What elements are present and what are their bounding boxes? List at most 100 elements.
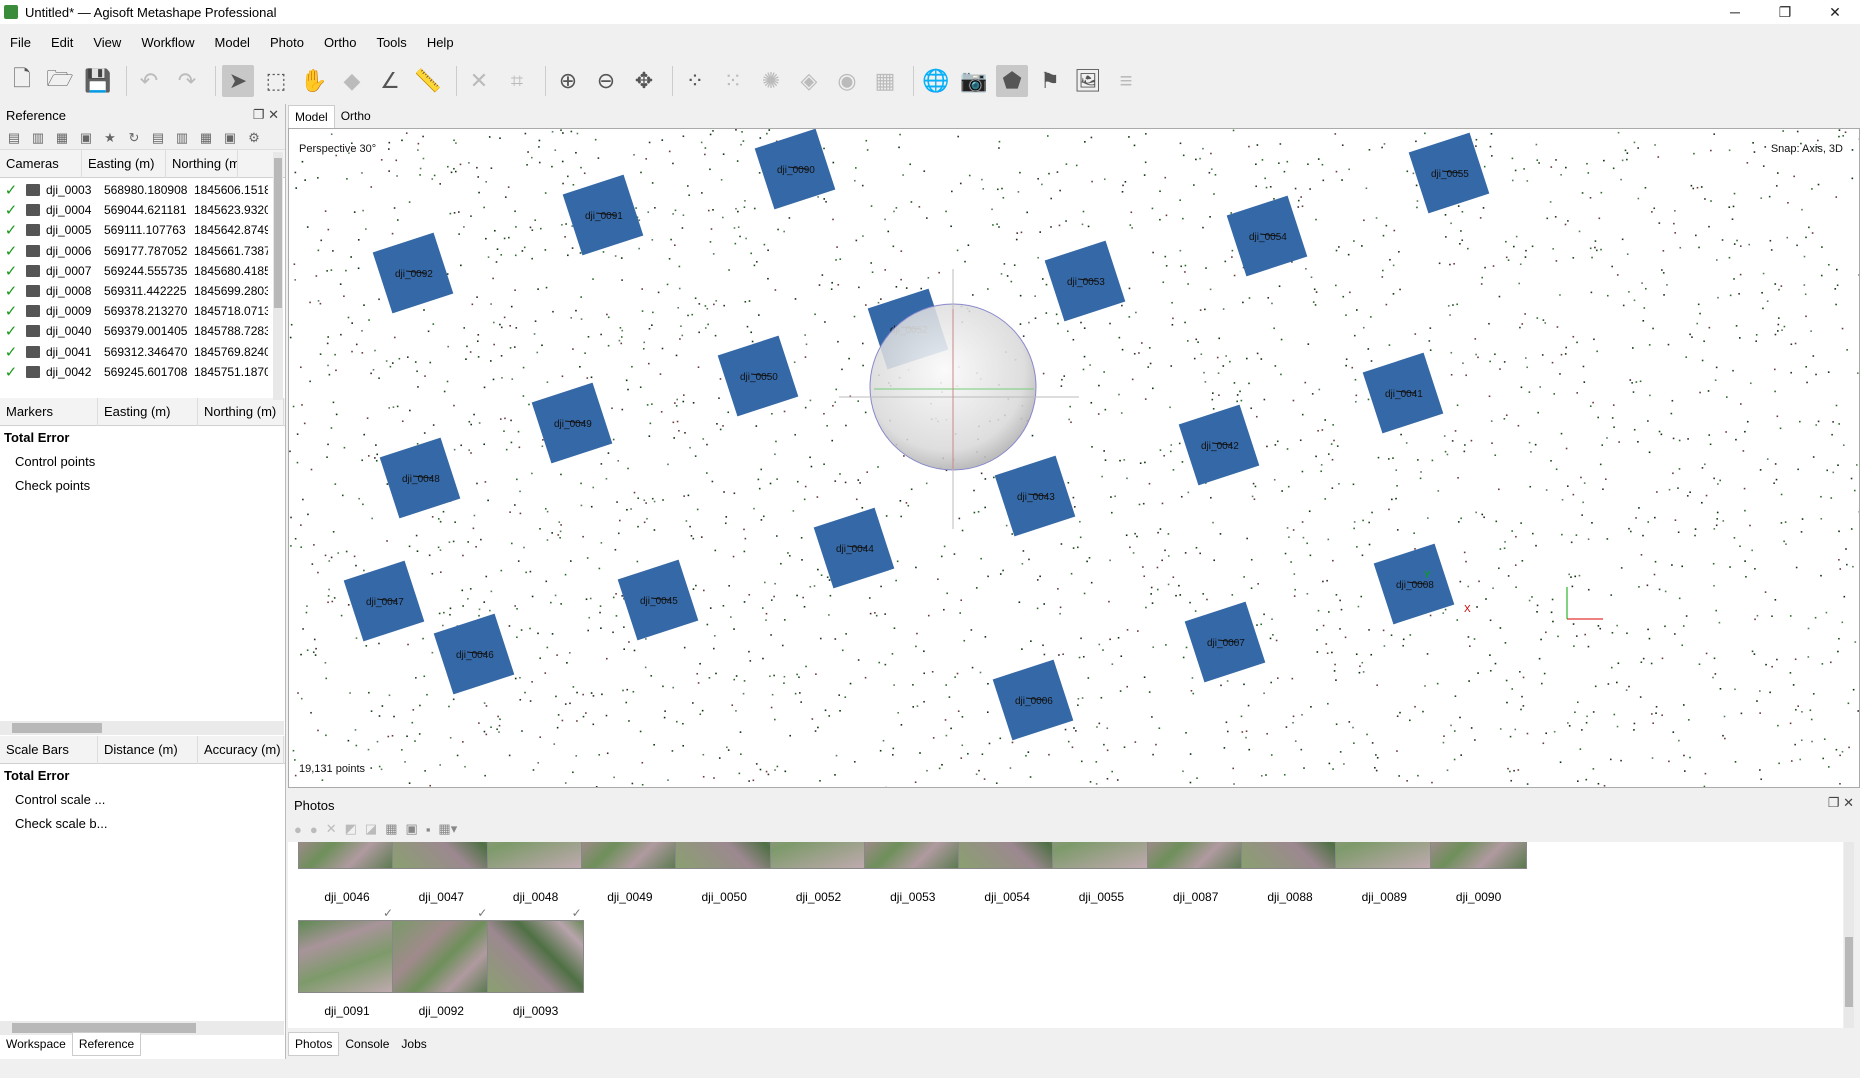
photo-thumbnail[interactable] [958, 842, 1056, 869]
photo-thumbnail[interactable] [675, 842, 773, 869]
layers-icon[interactable]: ≡ [1110, 65, 1142, 97]
tie-points-icon[interactable]: ✺ [755, 65, 787, 97]
remove-cameras-icon[interactable]: ✕ [326, 821, 337, 837]
settings-icon[interactable]: ⚙ [244, 129, 264, 147]
photo-thumbnail[interactable] [1146, 842, 1244, 869]
photo-thumbnail[interactable] [769, 842, 867, 869]
menu-file[interactable]: File [0, 35, 41, 50]
col-markers-northing[interactable]: Northing (m) [198, 397, 284, 426]
menu-edit[interactable]: Edit [41, 35, 83, 50]
menu-model[interactable]: Model [205, 35, 260, 50]
photo-thumbnail[interactable] [1429, 842, 1527, 869]
export-reference-icon[interactable]: ▥ [28, 129, 48, 147]
show-shapes-icon[interactable]: ⬟ [996, 65, 1028, 97]
photo-thumbnail[interactable] [392, 842, 490, 869]
model-viewport[interactable]: dji_0090 dji_0055 dji_0091 dji_0054 dji_0092… [288, 128, 1860, 788]
camera-checkbox[interactable]: ✓ [0, 201, 22, 219]
move-icon[interactable]: ✥ [628, 65, 660, 97]
markers-flag-icon[interactable]: ⚑ [1034, 65, 1066, 97]
photo-thumbnail[interactable] [298, 920, 395, 993]
markers-check-points[interactable]: Check points [0, 474, 285, 498]
photo-thumbnail[interactable] [1335, 842, 1433, 869]
rotate-right-icon[interactable]: ◪ [365, 821, 377, 837]
col-markers-easting[interactable]: Easting (m) [98, 397, 198, 426]
markers-total-error[interactable]: Total Error [0, 426, 285, 450]
col-cameras[interactable]: Cameras [0, 149, 82, 178]
camera-checkbox[interactable]: ✓ [0, 181, 22, 199]
rectangle-selection-icon[interactable]: ⬚ [260, 65, 292, 97]
reset-filter-icon[interactable]: ▣ [406, 821, 418, 837]
tab-model[interactable]: Model [288, 104, 335, 128]
photo-thumbnail[interactable] [298, 842, 395, 869]
col-accuracy[interactable]: Accuracy (m) [198, 735, 284, 764]
view-estimated-icon[interactable]: ▥ [172, 129, 192, 147]
col-distance[interactable]: Distance (m) [98, 735, 198, 764]
save-icon[interactable]: 💾 [82, 65, 114, 97]
tab-ortho[interactable]: Ortho [335, 105, 377, 127]
menu-help[interactable]: Help [417, 35, 464, 50]
menu-tools[interactable]: Tools [366, 35, 416, 50]
photo-thumbnail[interactable] [863, 842, 961, 869]
camera-checkbox[interactable]: ✓ [0, 262, 22, 280]
image-view-icon[interactable]: 🖼 [1072, 65, 1104, 97]
camera-icon[interactable]: 📷 [958, 65, 990, 97]
table-icon[interactable]: ▣ [220, 129, 240, 147]
scalebars-check-scale[interactable]: Check scale b... [0, 812, 285, 836]
point-cloud-canvas[interactable]: dji_0090 dji_0055 dji_0091 dji_0054 dji_0092… [289, 129, 1860, 788]
cameras-scrollbar[interactable] [273, 152, 283, 400]
tab-jobs[interactable]: Jobs [395, 1033, 432, 1055]
col-scalebars[interactable]: Scale Bars [0, 735, 98, 764]
menu-photo[interactable]: Photo [260, 35, 314, 50]
shape-draw-icon[interactable]: ◆ [336, 65, 368, 97]
crop-icon[interactable]: ⌗ [501, 65, 533, 97]
camera-checkbox[interactable]: ✓ [0, 282, 22, 300]
menu-workflow[interactable]: Workflow [131, 35, 204, 50]
photo-thumbnail[interactable] [486, 920, 584, 993]
photo-thumbnail[interactable] [1241, 842, 1338, 869]
free-selection-icon[interactable]: ✋ [298, 65, 330, 97]
col-northing[interactable]: Northing (m [166, 149, 238, 178]
photo-thumbnail[interactable] [392, 920, 490, 993]
photo-thumbnail[interactable] [486, 842, 584, 869]
col-markers[interactable]: Markers [0, 397, 98, 426]
scalebars-control-scale[interactable]: Control scale ... [0, 788, 285, 812]
texture-icon[interactable]: ◉ [831, 65, 863, 97]
menu-ortho[interactable]: Ortho [314, 35, 367, 50]
tab-workspace[interactable]: Workspace [0, 1033, 72, 1055]
navigation-pointer-icon[interactable]: ➤ [222, 65, 254, 97]
new-icon[interactable]: 🗋 [6, 65, 38, 97]
tab-reference[interactable]: Reference [71, 1032, 142, 1056]
mesh-icon[interactable]: ◈ [793, 65, 825, 97]
menu-view[interactable]: View [83, 35, 131, 50]
close-button[interactable]: ✕ [1810, 0, 1860, 24]
markers-control-points[interactable]: Control points [0, 450, 285, 474]
camera-checkbox[interactable]: ✓ [0, 322, 22, 340]
delete-selection-icon[interactable]: ✕ [463, 65, 495, 97]
col-easting[interactable]: Easting (m) [82, 149, 166, 178]
close-panel-icon[interactable]: ✕ [268, 107, 279, 122]
minimize-button[interactable]: ─ [1710, 0, 1760, 24]
camera-checkbox[interactable]: ✓ [0, 363, 22, 381]
maximize-button[interactable]: ❐ [1760, 0, 1810, 24]
ruler-icon[interactable]: 📏 [412, 65, 444, 97]
photos-scrollbar[interactable] [1844, 842, 1854, 1028]
markers-hscrollbar[interactable] [0, 721, 284, 735]
point-cloud-icon[interactable]: ⁘ [679, 65, 711, 97]
camera-checkbox[interactable]: ✓ [0, 302, 22, 320]
globe-icon[interactable]: 🌐 [920, 65, 952, 97]
optimize-cameras-icon[interactable]: ▣ [76, 129, 96, 147]
star-icon[interactable]: ★ [100, 129, 120, 147]
enable-cameras-icon[interactable]: ● [294, 822, 302, 837]
zoom-out-icon[interactable]: ⊖ [590, 65, 622, 97]
import-reference-icon[interactable]: ▤ [4, 129, 24, 147]
dense-cloud-icon[interactable]: ⁙ [717, 65, 749, 97]
photo-thumbnail[interactable] [1052, 842, 1150, 869]
open-icon[interactable]: 🗁 [44, 65, 76, 97]
camera-checkbox[interactable]: ✓ [0, 242, 22, 260]
photo-thumbnail[interactable] [580, 842, 678, 869]
update-icon[interactable]: ↻ [124, 129, 144, 147]
scalebars-total-error[interactable]: Total Error [0, 764, 285, 788]
rotate-left-icon[interactable]: ◩ [345, 821, 357, 837]
float-photos-icon[interactable]: ❐ [1828, 795, 1840, 810]
camera-row[interactable]: ✓ dji_0042 569245.601708 1845751.1870 [0, 360, 268, 384]
